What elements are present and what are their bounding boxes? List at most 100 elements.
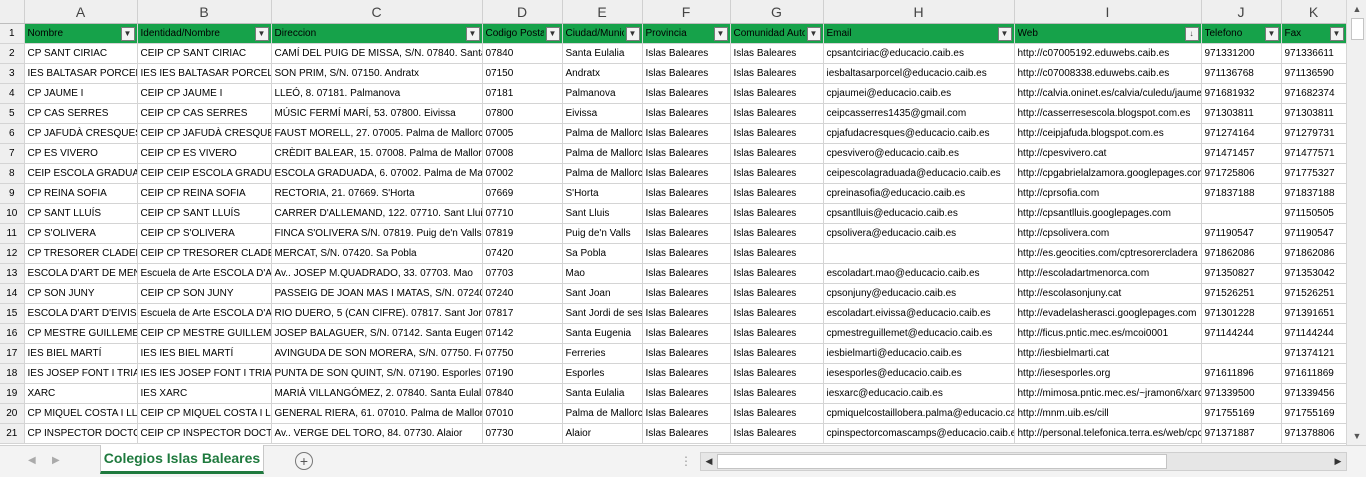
filter-dropdown-icon[interactable]: ▼	[806, 27, 821, 41]
table-cell[interactable]: cpjafudacresques@educacio.caib.es	[823, 123, 1015, 144]
row-number[interactable]: 20	[0, 403, 25, 424]
table-cell[interactable]: Islas Baleares	[642, 63, 731, 84]
table-cell[interactable]: http://cpsolivera.com	[1014, 223, 1202, 244]
table-cell[interactable]: Escuela de Arte ESCOLA D'ART DE MENORCA	[137, 263, 272, 284]
row-number[interactable]: 6	[0, 123, 25, 144]
table-cell[interactable]: escoladart.mao@educacio.caib.es	[823, 263, 1015, 284]
table-cell[interactable]	[1201, 343, 1282, 364]
table-cell[interactable]: CEIP CP INSPECTOR DOCTOR COMAS CAMPS	[137, 423, 272, 444]
table-cell[interactable]: CP MIQUEL COSTA I LLOBERA	[24, 403, 138, 424]
filter-dropdown-icon[interactable]: ▼	[713, 27, 728, 41]
table-cell[interactable]: http://personal.telefonica.terra.es/web/…	[1014, 423, 1202, 444]
filter-dropdown-icon[interactable]: ▼	[120, 27, 135, 41]
table-cell[interactable]: CEIP CP CAS SERRES	[137, 103, 272, 124]
table-cell[interactable]: IES XARC	[137, 383, 272, 404]
table-cell[interactable]: http://ceipjafuda.blogspot.com.es	[1014, 123, 1202, 144]
table-cell[interactable]: iesesporles@educacio.caib.es	[823, 363, 1015, 384]
table-cell[interactable]: Eivissa	[562, 103, 643, 124]
table-cell[interactable]: Islas Baleares	[730, 323, 824, 344]
table-cell[interactable]: http://escolasonjuny.cat	[1014, 283, 1202, 304]
table-cell[interactable]: http://evadelasherasci.googlepages.com	[1014, 303, 1202, 324]
row-number[interactable]: 15	[0, 303, 25, 324]
table-cell[interactable]	[1201, 203, 1282, 224]
table-cell[interactable]: Ferreries	[562, 343, 643, 364]
sort-filter-icon[interactable]: ↓	[1184, 27, 1199, 41]
vertical-scroll-thumb[interactable]	[1351, 18, 1364, 40]
table-cell[interactable]: 971150505	[1281, 203, 1346, 224]
row-number[interactable]: 9	[0, 183, 25, 204]
table-cell[interactable]: http://cprsofia.com	[1014, 183, 1202, 204]
table-cell[interactable]: http://escoladartmenorca.com	[1014, 263, 1202, 284]
table-cell[interactable]: http://cpgabrielalzamora.googlepages.com	[1014, 163, 1202, 184]
table-cell[interactable]: Palmanova	[562, 83, 643, 104]
table-cell[interactable]: 971301228	[1201, 303, 1282, 324]
table-cell[interactable]: Islas Baleares	[642, 283, 731, 304]
table-cell[interactable]: CEIP CP REINA SOFIA	[137, 183, 272, 204]
table-cell[interactable]: cpsolivera@educacio.caib.es	[823, 223, 1015, 244]
table-cell[interactable]: 971136590	[1281, 63, 1346, 84]
table-cell[interactable]: http://iesesporles.org	[1014, 363, 1202, 384]
sheet-tab-active[interactable]: Colegios Islas Baleares	[100, 445, 264, 474]
table-cell[interactable]: CP ES VIVERO	[24, 143, 138, 164]
table-cell[interactable]: CARRER D'ALLEMAND, 122. 07710. Sant Llui…	[271, 203, 483, 224]
table-cell[interactable]: 971190547	[1201, 223, 1282, 244]
table-cell[interactable]: IES JOSEP FONT I TRIAS	[24, 363, 138, 384]
table-cell[interactable]: 971862086	[1281, 243, 1346, 264]
table-cell[interactable]: Islas Baleares	[642, 343, 731, 364]
table-cell[interactable]: Islas Baleares	[730, 303, 824, 324]
table-cell[interactable]: LLEÓ, 8. 07181. Palmanova	[271, 83, 483, 104]
table-cell[interactable]: CEIP CP JAFUDÀ CRESQUES	[137, 123, 272, 144]
table-cell[interactable]: Islas Baleares	[730, 63, 824, 84]
table-cell[interactable]: GENERAL RIERA, 61. 07010. Palma de Mallo…	[271, 403, 483, 424]
table-cell[interactable]: 07840	[482, 43, 563, 64]
table-cell[interactable]: RECTORIA, 21. 07669. S'Horta	[271, 183, 483, 204]
row-number[interactable]: 13	[0, 263, 25, 284]
table-cell[interactable]: Islas Baleares	[730, 203, 824, 224]
table-cell[interactable]: http://mimosa.pntic.mec.es/~jramon6/xarc	[1014, 383, 1202, 404]
table-cell[interactable]: 971331200	[1201, 43, 1282, 64]
table-cell[interactable]: 971526251	[1201, 283, 1282, 304]
table-cell[interactable]: Sant Joan	[562, 283, 643, 304]
table-cell[interactable]: Mao	[562, 263, 643, 284]
table-cell[interactable]: Islas Baleares	[642, 363, 731, 384]
table-cell[interactable]: iesbaltasarporcel@educacio.caib.es	[823, 63, 1015, 84]
table-cell[interactable]: http://calvia.oninet.es/calvia/culedu/ja…	[1014, 83, 1202, 104]
table-cell[interactable]: Islas Baleares	[642, 243, 731, 264]
table-cell[interactable]: CP REINA SOFIA	[24, 183, 138, 204]
table-cell[interactable]: CEIP CP SANT LLUÍS	[137, 203, 272, 224]
table-cell[interactable]: MARIÀ VILLANGÓMEZ, 2. 07840. Santa Eulal…	[271, 383, 483, 404]
header-cell[interactable]: Fax ▼	[1281, 23, 1346, 44]
table-cell[interactable]: 07819	[482, 223, 563, 244]
row-number[interactable]: 14	[0, 283, 25, 304]
table-cell[interactable]: 07142	[482, 323, 563, 344]
table-cell[interactable]: PASSEIG DE JOAN MAS I MATAS, S/N. 07240.…	[271, 283, 483, 304]
table-cell[interactable]: 971190547	[1281, 223, 1346, 244]
row-number[interactable]: 16	[0, 323, 25, 344]
table-cell[interactable]: CEIP CP JAUME I	[137, 83, 272, 104]
table-cell[interactable]: CRÈDIT BALEAR, 15. 07008. Palma de Mallo…	[271, 143, 483, 164]
table-cell[interactable]: Palma de Mallorca	[562, 403, 643, 424]
column-header-g[interactable]: G	[730, 0, 824, 24]
table-cell[interactable]: http://c07008338.eduwebs.caib.es	[1014, 63, 1202, 84]
row-number[interactable]: 7	[0, 143, 25, 164]
table-cell[interactable]: cpjaumei@educacio.caib.es	[823, 83, 1015, 104]
table-cell[interactable]: ESCOLA D'ART DE MENORCA	[24, 263, 138, 284]
table-cell[interactable]: 07005	[482, 123, 563, 144]
table-cell[interactable]: CAMÍ DEL PUIG DE MISSA, S/N. 07840. Sant…	[271, 43, 483, 64]
column-header-k[interactable]: K	[1281, 0, 1346, 24]
table-cell[interactable]: Islas Baleares	[730, 183, 824, 204]
filter-dropdown-icon[interactable]: ▼	[465, 27, 480, 41]
table-cell[interactable]: 07181	[482, 83, 563, 104]
header-cell[interactable]: Comunidad Autonoma▼	[730, 23, 824, 44]
table-cell[interactable]: IES IES JOSEP FONT I TRIAS	[137, 363, 272, 384]
table-cell[interactable]: Esporles	[562, 363, 643, 384]
table-cell[interactable]: CP JAFUDÀ CRESQUES	[24, 123, 138, 144]
table-cell[interactable]: CEIP CEIP ESCOLA GRADUADA	[137, 163, 272, 184]
column-header-f[interactable]: F	[642, 0, 731, 24]
table-cell[interactable]: cpmestreguillemet@educacio.caib.es	[823, 323, 1015, 344]
header-cell[interactable]: Direccion ▼	[271, 23, 483, 44]
row-number[interactable]: 8	[0, 163, 25, 184]
table-cell[interactable]: cpsantciriac@educacio.caib.es	[823, 43, 1015, 64]
spreadsheet-grid[interactable]: ABCDEFGHIJK 1 Nombre ▼ Identidad/Nombre ▼ Dir…	[0, 0, 1346, 445]
table-cell[interactable]: FAUST MORELL, 27. 07005. Palma de Mallor…	[271, 123, 483, 144]
